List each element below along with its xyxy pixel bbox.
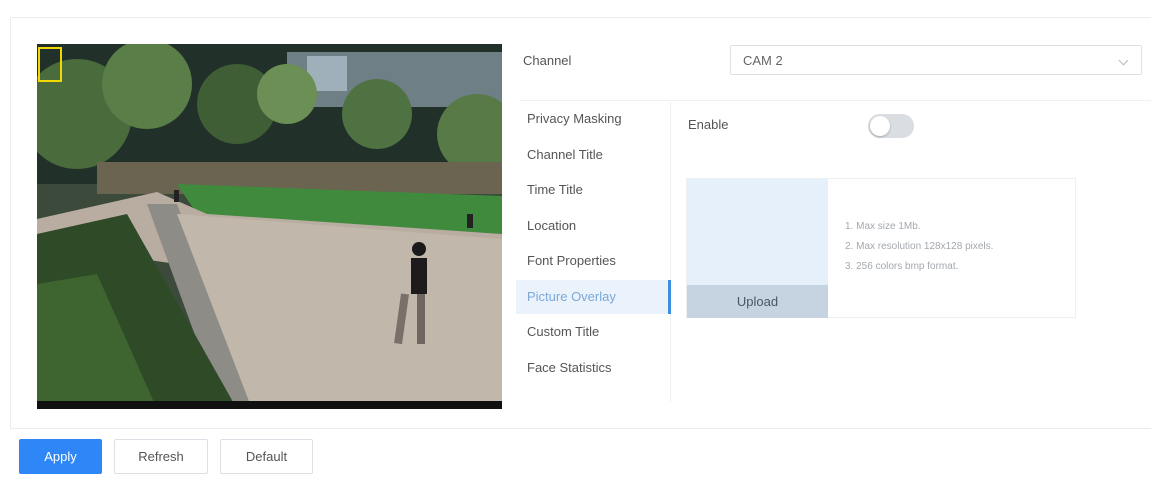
camera-scene [37,44,502,409]
video-preview[interactable] [37,44,502,409]
default-button[interactable]: Default [220,439,313,474]
menu-item-location[interactable]: Location [516,209,670,243]
menu-item-channel-title[interactable]: Channel Title [516,138,670,172]
requirement-resolution: 2. Max resolution 128x128 pixels. [845,241,994,252]
apply-button[interactable]: Apply [19,439,102,474]
chevron-down-icon [1118,55,1129,66]
requirement-format: 3. 256 colors bmp format. [845,261,959,272]
menu-item-privacy-masking[interactable]: Privacy Masking [516,102,670,136]
menu-item-face-statistics[interactable]: Face Statistics [516,351,670,385]
upload-requirements: 1. Max size 1Mb. 2. Max resolution 128x1… [845,217,993,277]
picture-upload-box: Upload 1. Max size 1Mb. 2. Max resolutio… [686,178,1076,318]
overlay-menu: Privacy Masking Channel Title Time Title… [516,102,671,402]
menu-item-custom-title[interactable]: Custom Title [516,315,670,349]
enable-label: Enable [688,117,729,132]
menu-item-picture-overlay[interactable]: Picture Overlay [516,280,671,314]
toggle-knob [870,116,890,136]
requirement-size: 1. Max size 1Mb. [845,221,921,232]
channel-select[interactable]: CAM 2 [730,45,1142,75]
channel-label: Channel [523,53,572,68]
divider [520,100,1151,101]
menu-item-font-properties[interactable]: Font Properties [516,244,670,278]
refresh-button[interactable]: Refresh [114,439,208,474]
menu-item-time-title[interactable]: Time Title [516,173,670,207]
picture-preview-area: Upload [687,179,828,318]
enable-toggle[interactable] [868,114,914,138]
channel-value: CAM 2 [743,53,783,68]
upload-button[interactable]: Upload [687,285,828,318]
